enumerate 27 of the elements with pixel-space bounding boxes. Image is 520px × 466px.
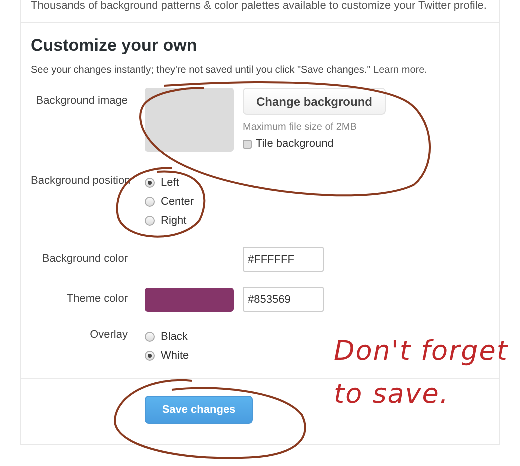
radio-label: White — [161, 350, 190, 362]
radio-label: Center — [161, 196, 194, 208]
hint-text: Maximum file size of 2MB — [243, 122, 358, 133]
section-heading: Customize your own — [31, 36, 198, 57]
description-text: See your changes instantly; they're not saved until you click "Save changes." Learn more. — [31, 65, 428, 76]
checkbox[interactable] — [243, 140, 252, 148]
learn-more-link[interactable]: Learn more. — [374, 65, 428, 76]
color-swatch[interactable] — [145, 288, 234, 312]
radio-button[interactable] — [145, 178, 155, 188]
radio-button[interactable] — [145, 332, 155, 342]
change-background-button[interactable]: Change background — [243, 88, 386, 115]
checkbox-label: Tile background — [256, 138, 334, 150]
radio-label: Left — [161, 176, 180, 188]
intro-text: Thousands of background patterns & color palettes available to customize your Twitter profile. — [30, 0, 488, 14]
field-label: Background image — [35, 94, 128, 107]
radio-button[interactable] — [145, 196, 155, 206]
radio-label: Right — [161, 214, 187, 226]
radio-label: Black — [161, 330, 188, 342]
handwritten-note: Don't forget to save. — [334, 335, 510, 412]
field-label: Overlay — [89, 329, 128, 341]
color-field[interactable]: #FFFFFF — [243, 247, 324, 272]
radio-button[interactable] — [145, 350, 155, 360]
color-field[interactable]: #853569 — [243, 287, 324, 312]
radio-button[interactable] — [145, 216, 155, 226]
field-label: Background position — [31, 175, 128, 187]
field-label: Background color — [41, 252, 128, 265]
field-label: Theme color — [66, 292, 128, 305]
